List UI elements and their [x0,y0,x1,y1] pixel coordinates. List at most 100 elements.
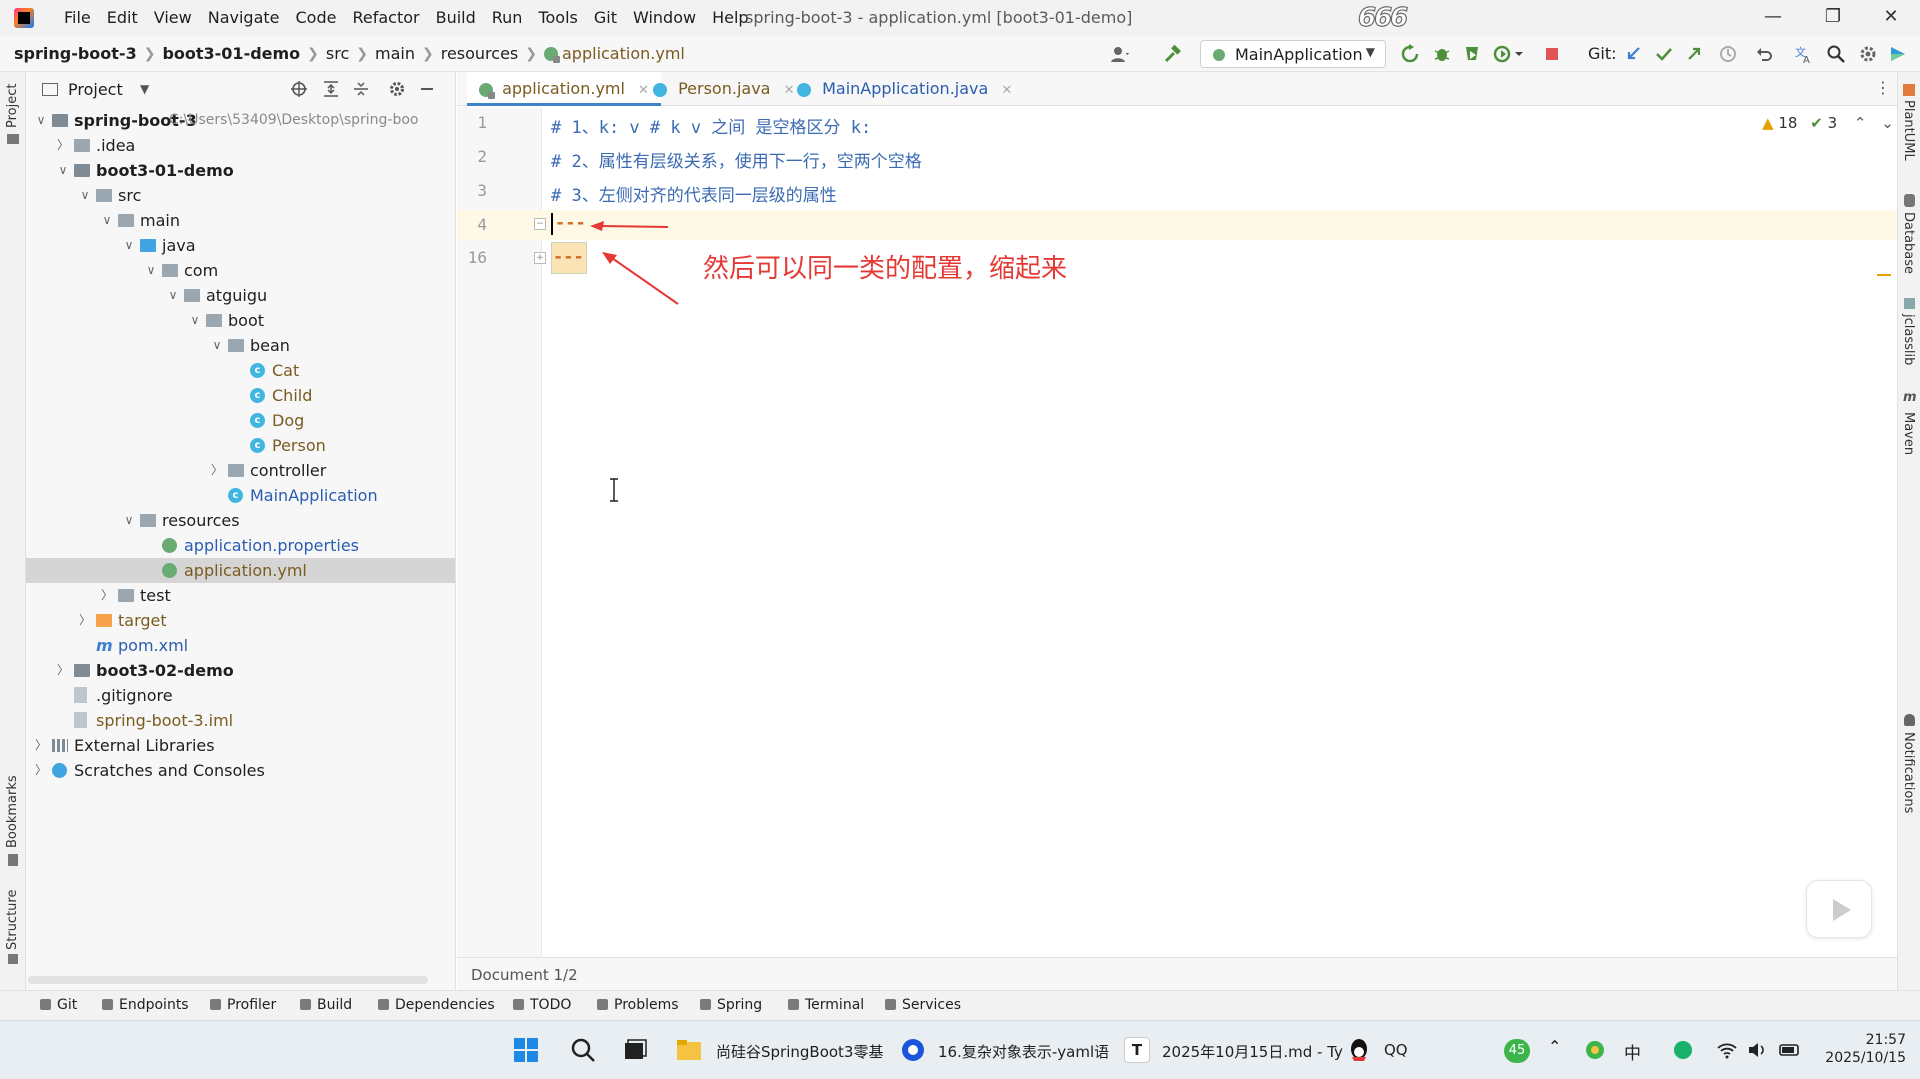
menu-navigate[interactable]: Navigate [200,8,288,27]
tree-row[interactable]: ∨ resources [26,508,455,533]
tree-row[interactable]: ∨ java [26,233,455,258]
tree-row[interactable]: 〉 target [26,608,455,633]
translate-icon[interactable]: 文A [1794,44,1814,64]
hide-panel-icon[interactable] [418,80,436,98]
notifications-tool-tab[interactable]: Notifications [1901,732,1916,813]
tree-row[interactable]: c Child [26,383,455,408]
tab-mainapplication-java[interactable]: MainApplication.java ✕ [787,72,1022,106]
tree-row[interactable]: m pom.xml [26,633,455,658]
stop-icon[interactable] [1542,44,1562,64]
jetbrains-toolbox-icon[interactable] [1888,44,1908,64]
breadcrumb-resources[interactable]: resources [441,44,519,63]
video-play-button[interactable] [1806,880,1872,938]
history-icon[interactable] [1718,44,1738,64]
expand-all-icon[interactable] [322,80,340,98]
tree-row[interactable]: c MainApplication [26,483,455,508]
menu-refactor[interactable]: Refactor [344,8,427,27]
ime-indicator[interactable]: 中 [1624,1039,1641,1064]
menu-run[interactable]: Run [484,8,531,27]
chevron-right-icon[interactable]: 〉 [56,658,70,683]
rollback-icon[interactable] [1754,44,1774,64]
rerun-icon[interactable] [1400,44,1420,64]
tree-row[interactable]: ∨ main [26,208,455,233]
tree-row[interactable]: ∨ boot3-01-demo [26,158,455,183]
menu-window[interactable]: Window [625,8,704,27]
project-view-title[interactable]: Project [68,80,123,99]
breadcrumb-module[interactable]: boot3-01-demo [162,44,300,63]
breadcrumb-main[interactable]: main [375,44,415,63]
tree-row[interactable]: spring-boot-3.iml [26,708,455,733]
search-icon[interactable] [570,1037,596,1063]
chevron-down-icon[interactable]: ∨ [100,208,114,233]
chevron-down-icon[interactable]: ∨ [122,233,136,258]
error-stripe-mark[interactable] [1877,274,1891,276]
problems-tool-button[interactable]: Problems [597,997,679,1013]
menu-edit[interactable]: Edit [99,8,146,27]
collapse-all-icon[interactable] [352,80,370,98]
tree-row[interactable]: ∨ boot [26,308,455,333]
inspection-widget[interactable]: ▲ 18 ✔ 3 ⌃ ⌄ [1762,114,1894,132]
git-tool-button[interactable]: Git [40,997,77,1013]
search-icon[interactable] [1826,44,1846,64]
tree-row[interactable]: ∨ src [26,183,455,208]
chevron-down-icon[interactable]: ∨ [166,283,180,308]
horizontal-scrollbar[interactable] [28,976,428,984]
menu-file[interactable]: File [56,8,99,27]
settings-icon[interactable] [1858,44,1878,64]
terminal-tool-button[interactable]: Terminal [788,997,864,1013]
browser-icon[interactable] [900,1037,926,1063]
tree-row[interactable]: 〉 boot3-02-demo [26,658,455,683]
breadcrumb-file[interactable]: application.yml [562,44,685,63]
tree-row[interactable]: ∨ com [26,258,455,283]
tree-row[interactable]: c Person [26,433,455,458]
close-icon[interactable]: ✕ [1876,6,1906,27]
tree-row[interactable]: ∨ atguigu [26,283,455,308]
tree-row[interactable]: ∨ spring-boot-3 C:\Users\53409\Desktop\spr… [26,108,455,133]
breadcrumb-project[interactable]: spring-boot-3 [14,44,137,63]
git-update-icon[interactable] [1624,44,1644,64]
taskbar-item-browser[interactable]: 16.复杂对象表示-yaml语 [938,1041,1109,1062]
chevron-down-icon[interactable]: ∨ [144,258,158,283]
tree-row[interactable]: ∨ bean [26,333,455,358]
bookmarks-tool-tab[interactable]: Bookmarks [5,775,20,848]
document-status[interactable]: Document 1/2 [471,966,578,984]
chevron-down-icon[interactable]: ∨ [188,308,202,333]
minimize-icon[interactable]: — [1758,6,1788,27]
dependencies-tool-button[interactable]: Dependencies [378,997,495,1013]
previous-highlight-icon[interactable]: ⌃ [1854,114,1867,132]
wechat-pay-icon[interactable] [1672,1039,1694,1061]
menu-git[interactable]: Git [586,8,625,27]
menu-tools[interactable]: Tools [530,8,585,27]
build-hammer-icon[interactable] [1163,44,1183,64]
tab-person-java[interactable]: Person.java ✕ [643,72,804,106]
database-tool-tab[interactable]: Database [1901,212,1916,274]
spring-tool-button[interactable]: Spring [700,997,762,1013]
git-commit-icon[interactable] [1654,44,1674,64]
taskbar-item-explorer[interactable]: 尚硅谷SpringBoot3零基 [716,1041,883,1062]
profiler-tool-button[interactable]: Profiler [210,997,276,1013]
chevron-right-icon[interactable]: 〉 [210,458,224,483]
git-push-icon[interactable] [1684,44,1704,64]
fold-marker-icon[interactable]: + [534,252,546,264]
chevron-right-icon[interactable]: 〉 [78,608,92,633]
menu-view[interactable]: View [146,8,200,27]
project-tool-tab[interactable]: Project [5,84,20,128]
todo-tool-button[interactable]: TODO [513,997,571,1013]
jclasslib-tool-tab[interactable]: jclasslib [1901,314,1916,365]
services-tool-button[interactable]: Services [885,997,961,1013]
tree-row[interactable]: 〉 .idea [26,133,455,158]
chevron-down-icon[interactable]: ∨ [56,158,70,183]
user-icon[interactable] [1110,44,1130,64]
volume-icon[interactable] [1746,1039,1768,1061]
system-clock[interactable]: 21:57 2025/10/15 [1825,1031,1906,1067]
breadcrumb-src[interactable]: src [326,44,349,63]
battery-icon[interactable] [1778,1039,1802,1061]
restore-icon[interactable]: ❐ [1818,6,1848,27]
chevron-down-icon[interactable]: ∨ [122,508,136,533]
profile-icon[interactable] [1492,44,1512,64]
tree-row[interactable]: 〉 test [26,583,455,608]
tree-row[interactable]: 〉 controller [26,458,455,483]
build-tool-button[interactable]: Build [300,997,352,1013]
run-configuration-select[interactable]: MainApplication ▼ [1200,40,1386,68]
next-highlight-icon[interactable]: ⌄ [1881,114,1894,132]
